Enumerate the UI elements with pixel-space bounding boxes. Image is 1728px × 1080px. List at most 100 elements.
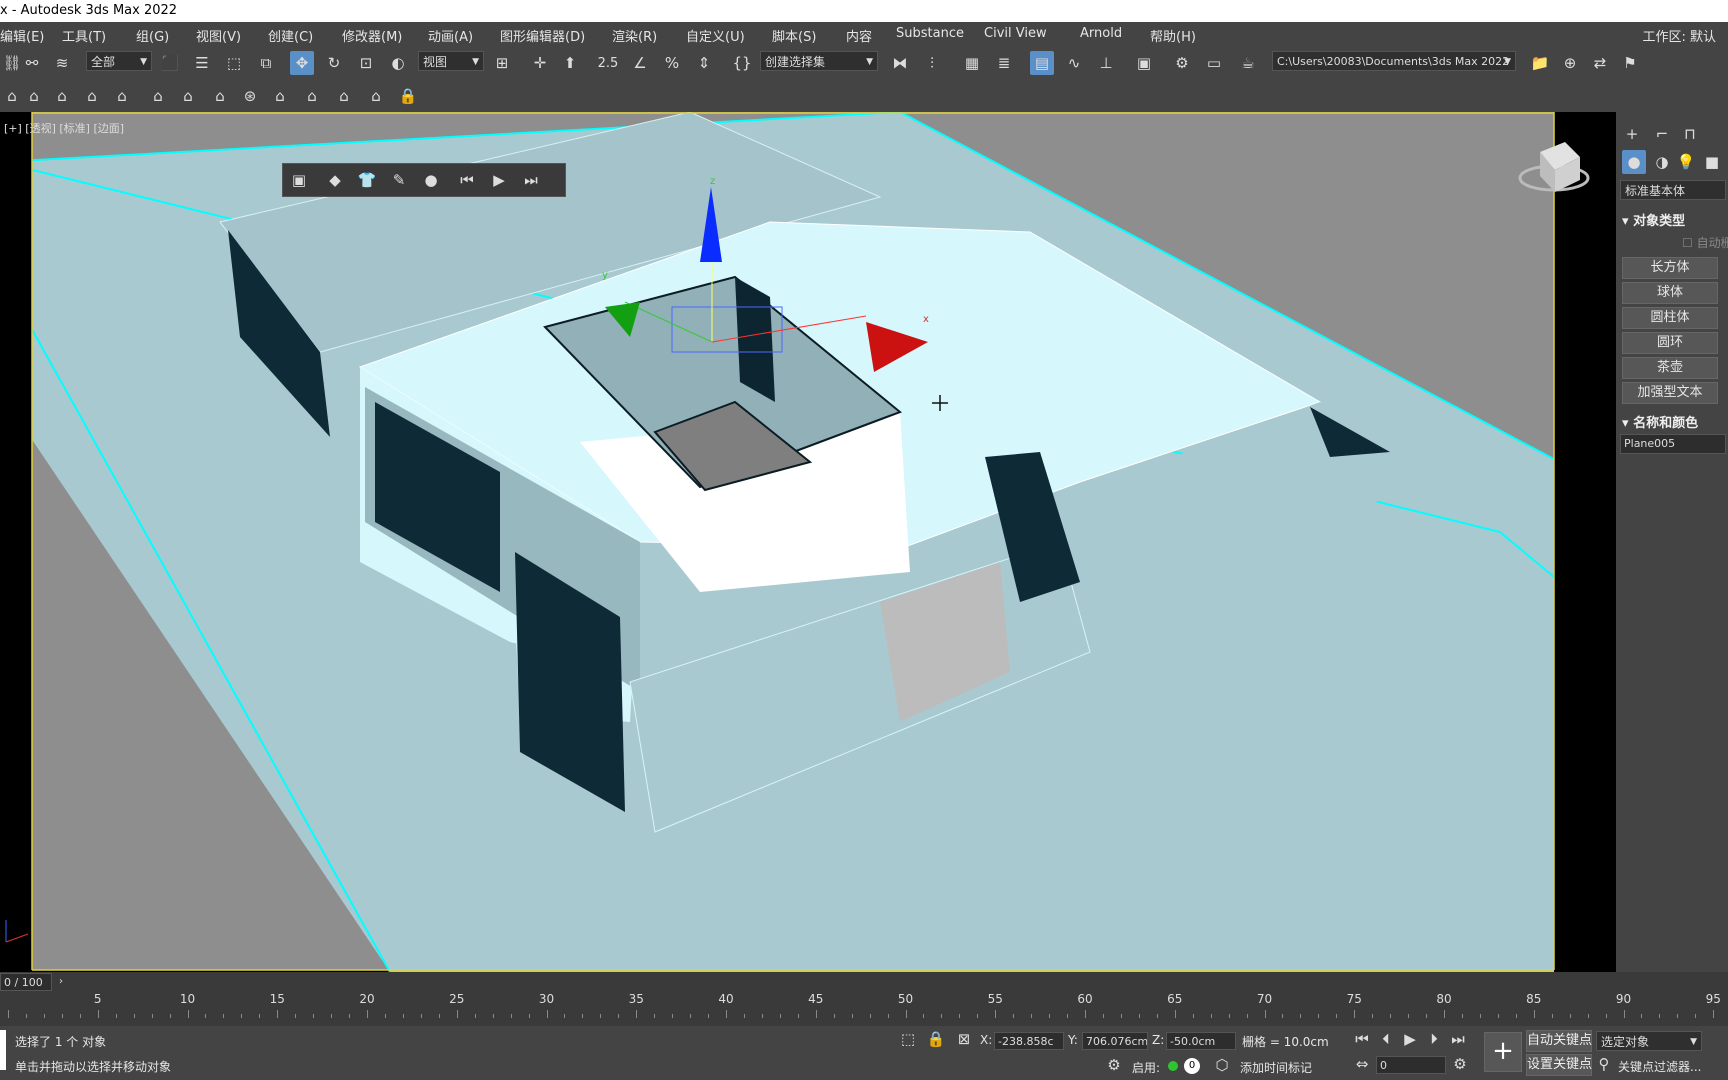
project-create-icon[interactable]: ⊕	[1558, 51, 1582, 75]
brush-icon[interactable]: ✎	[387, 168, 411, 192]
tool-a-icon[interactable]: ⌂	[0, 84, 24, 108]
select-by-name-icon[interactable]: ☰	[190, 51, 214, 75]
teapot-button[interactable]: 茶壶	[1622, 357, 1718, 379]
edit-named-sets-icon[interactable]: {}	[730, 51, 754, 75]
menu-scripting[interactable]: 脚本(S)	[772, 26, 816, 45]
render-production-icon[interactable]: ☕	[1236, 51, 1260, 75]
menu-create[interactable]: 创建(C)	[268, 26, 313, 45]
tool-b-icon[interactable]: ⌂	[22, 84, 46, 108]
manipulate-icon[interactable]: ✛	[528, 51, 552, 75]
y-coordinate-field[interactable]: 706.076cm	[1082, 1032, 1148, 1050]
schematic-view-icon[interactable]: ⊥	[1094, 51, 1118, 75]
play-animation-icon[interactable]: ▶	[1400, 1029, 1420, 1049]
absolute-mode-icon[interactable]: ⊠	[954, 1029, 974, 1049]
tool-k-icon[interactable]: ⌂	[300, 84, 324, 108]
selected-object-dropdown[interactable]: 选定对象 ▼	[1596, 1031, 1702, 1051]
bind-spacewarp-icon[interactable]: ≋	[50, 51, 74, 75]
menu-modifiers[interactable]: 修改器(M)	[342, 26, 402, 45]
angle-snap-icon[interactable]: ∠	[628, 51, 652, 75]
align-icon[interactable]: ⫶	[920, 51, 944, 75]
shapes-icon[interactable]: ◑	[1650, 150, 1674, 174]
hierarchy-tab-icon[interactable]: ⊓	[1678, 122, 1702, 146]
ribbon-toggle-icon[interactable]: ▤	[1030, 51, 1054, 75]
scene-explorer-icon[interactable]: ▦	[960, 51, 984, 75]
z-coordinate-field[interactable]: -50.0cm	[1166, 1032, 1236, 1050]
cylinder-button[interactable]: 圆柱体	[1622, 307, 1718, 329]
curve-editor-icon[interactable]: ∿	[1062, 51, 1086, 75]
viewport-camera-icon[interactable]: ▣	[287, 168, 311, 192]
lock-icon[interactable]: 🔒	[396, 84, 420, 108]
track-bar[interactable]: 5 10 15 20 25 30 35 40 45 50 55 60 65 70 75 80 85 90 95	[0, 992, 1728, 1026]
autogrid-checkbox[interactable]: ☐ 自动栅格	[1682, 234, 1728, 251]
tool-f-icon[interactable]: ⌂	[146, 84, 170, 108]
rect-selection-icon[interactable]: ⬚	[222, 51, 246, 75]
tool-j-icon[interactable]: ⌂	[268, 84, 292, 108]
time-config-icon[interactable]: ⚙	[1450, 1054, 1470, 1074]
menu-customize[interactable]: 自定义(U)	[686, 26, 745, 45]
sphere-icon[interactable]: ●	[419, 168, 443, 192]
modify-tab-icon[interactable]: ⌐	[1650, 122, 1674, 146]
go-to-start-icon[interactable]: ⏮	[1352, 1029, 1372, 1049]
go-to-end-icon[interactable]: ⏭	[1448, 1029, 1468, 1049]
prev-frame-icon[interactable]: ⏮	[455, 168, 479, 192]
select-move-icon[interactable]: ✥	[290, 51, 314, 75]
sphere-button[interactable]: 球体	[1622, 282, 1718, 304]
key-mode-icon[interactable]: ⇔	[1352, 1054, 1372, 1074]
menu-arnold[interactable]: Arnold	[1080, 26, 1122, 41]
create-shape-icon[interactable]: ◆	[323, 168, 347, 192]
menu-substance[interactable]: Substance	[896, 26, 964, 41]
name-color-rollout[interactable]: ▾ 名称和颜色	[1622, 412, 1698, 431]
set-key-big-icon[interactable]: +	[1484, 1032, 1522, 1072]
tool-i-icon[interactable]: ⊛	[238, 84, 262, 108]
isolate-selection-icon[interactable]: ⬚	[898, 1029, 918, 1049]
placement-icon[interactable]: ◐	[386, 51, 410, 75]
time-slider-handle[interactable]: 0 / 100	[0, 973, 52, 991]
create-tab-icon[interactable]: +	[1620, 122, 1644, 146]
menu-tools[interactable]: 工具(T)	[62, 26, 106, 45]
viewport-label[interactable]: [+] [透视] [标准] [边面]	[4, 120, 124, 136]
auto-key-button[interactable]: 自动关键点	[1526, 1030, 1592, 1052]
object-type-rollout[interactable]: ▾ 对象类型	[1622, 210, 1685, 229]
tool-d-icon[interactable]: ⌂	[80, 84, 104, 108]
chevron-right-icon[interactable]: ›	[54, 972, 68, 990]
layer-explorer-icon[interactable]: ≣	[992, 51, 1016, 75]
project-folder-icon[interactable]: 📁	[1528, 51, 1552, 75]
scale-icon[interactable]: ⊡	[354, 51, 378, 75]
next-frame-icon[interactable]: ⏭	[519, 168, 543, 192]
material-editor-icon[interactable]: ▣	[1132, 51, 1156, 75]
key-filter-icon[interactable]: ⚲	[1594, 1054, 1614, 1074]
enabled-indicator-icon[interactable]	[1168, 1061, 1178, 1071]
unlink-icon[interactable]: ⚯	[20, 51, 44, 75]
textplus-button[interactable]: 加强型文本	[1622, 382, 1718, 404]
object-name-field[interactable]: Plane005	[1620, 434, 1726, 454]
menu-group[interactable]: 组(G)	[136, 26, 169, 45]
x-coordinate-field[interactable]: -238.858c	[994, 1032, 1064, 1050]
named-selection-dropdown[interactable]: 创建选择集 ▼	[760, 51, 878, 71]
project-switch-icon[interactable]: ⇄	[1588, 51, 1612, 75]
lights-icon[interactable]: 💡	[1674, 150, 1698, 174]
add-time-tag[interactable]: 添加时间标记	[1240, 1059, 1312, 1076]
box-button[interactable]: 长方体	[1622, 257, 1718, 279]
ref-coord-dropdown[interactable]: 视图 ▼	[418, 51, 484, 71]
menu-rendering[interactable]: 渲染(R)	[612, 26, 657, 45]
project-settings-icon[interactable]: ⚑	[1618, 51, 1642, 75]
torus-button[interactable]: 圆环	[1622, 332, 1718, 354]
pivot-center-icon[interactable]: ⊞	[490, 51, 514, 75]
snap-toggle-icon[interactable]: 2.5	[596, 51, 620, 75]
play-icon[interactable]: ▶	[487, 168, 511, 192]
menu-edit[interactable]: 编辑(E)	[0, 26, 44, 45]
set-key-button[interactable]: 设置关键点	[1526, 1054, 1592, 1076]
tool-g-icon[interactable]: ⌂	[176, 84, 200, 108]
project-path-dropdown[interactable]: C:\Users\20083\Documents\3ds Max 2022 ▼	[1272, 51, 1516, 71]
perspective-viewport[interactable]: z x y [+] [透视] [标准] [边面] ▣ ◆ 👕 ✎ ● ⏮ ▶ ⏭	[0, 112, 1616, 972]
mirror-icon[interactable]: ⧓	[888, 51, 912, 75]
time-slider[interactable]: 0 / 100 ›	[0, 972, 1728, 992]
tool-h-icon[interactable]: ⌂	[208, 84, 232, 108]
rendered-frame-icon[interactable]: ▭	[1202, 51, 1226, 75]
menu-content[interactable]: 内容	[846, 26, 872, 45]
tool-c-icon[interactable]: ⌂	[50, 84, 74, 108]
key-filters-button[interactable]: 关键点过滤器...	[1618, 1058, 1701, 1075]
geometry-icon[interactable]: ●	[1622, 150, 1646, 174]
rotate-icon[interactable]: ↻	[322, 51, 346, 75]
menu-help[interactable]: 帮助(H)	[1150, 26, 1196, 45]
